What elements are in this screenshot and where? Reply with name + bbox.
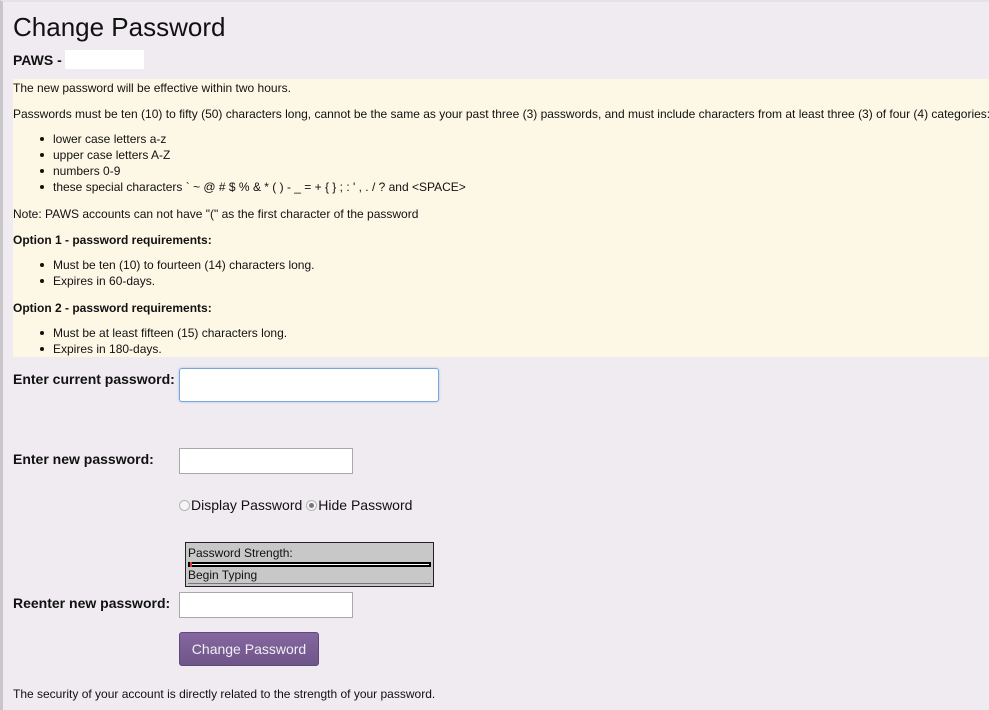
display-toggle-group: Display Password Hide Password: [179, 497, 412, 513]
list-item: Expires in 60-days.: [39, 273, 314, 289]
list-item: Must be ten (10) to fourteen (14) charac…: [39, 258, 315, 272]
list-item: Expires in 180-days.: [39, 341, 287, 357]
new-password-label: Enter new password:: [13, 451, 154, 467]
current-password-input[interactable]: [179, 368, 439, 402]
first-char-note: Note: PAWS accounts can not have "(" as …: [13, 207, 419, 221]
account-id-redacted: [64, 50, 144, 69]
strength-title: Password Strength:: [188, 546, 293, 560]
display-password-label[interactable]: Display Password: [191, 497, 302, 513]
account-label: PAWS -: [13, 51, 62, 68]
strength-bar: [188, 562, 431, 567]
account-line: PAWS -: [13, 50, 144, 69]
list-item: Must be at least fifteen (15) characters…: [39, 326, 288, 340]
change-password-button[interactable]: Change Password: [179, 632, 319, 666]
password-strength-meter: Password Strength: Begin Typing: [185, 542, 434, 587]
footer-note: The security of your account is directly…: [13, 687, 436, 701]
strength-status: Begin Typing: [188, 568, 258, 582]
list-item: upper case letters A-Z: [40, 147, 466, 163]
option1-list: Must be ten (10) to fourteen (14) charac…: [39, 257, 315, 289]
display-password-radio[interactable]: [179, 499, 190, 511]
list-item: numbers 0-9: [40, 163, 466, 179]
reenter-password-label: Reenter new password:: [13, 595, 171, 611]
page-title: Change Password: [13, 12, 226, 42]
strength-divider: [188, 583, 431, 584]
option1-heading: Option 1 - password requirements:: [13, 233, 212, 247]
strength-fill: [190, 562, 193, 567]
hide-password-label[interactable]: Hide Password: [318, 497, 412, 513]
option2-heading: Option 2 - password requirements:: [13, 301, 212, 315]
current-password-label: Enter current password:: [13, 371, 175, 387]
option2-list: Must be at least fifteen (15) characters…: [39, 325, 288, 357]
categories-list: lower case letters a-z upper case letter…: [40, 131, 466, 195]
list-item: these special characters ` ~ @ # $ % & *…: [40, 180, 466, 194]
password-rules-panel: The new password will be effective withi…: [13, 79, 989, 357]
reenter-password-input[interactable]: [179, 592, 353, 618]
new-password-input[interactable]: [179, 448, 353, 474]
hide-password-radio[interactable]: [306, 499, 318, 511]
rules-intro: Passwords must be ten (10) to fifty (50)…: [13, 107, 989, 121]
effective-note: The new password will be effective withi…: [13, 81, 291, 95]
list-item: lower case letters a-z: [40, 131, 466, 147]
